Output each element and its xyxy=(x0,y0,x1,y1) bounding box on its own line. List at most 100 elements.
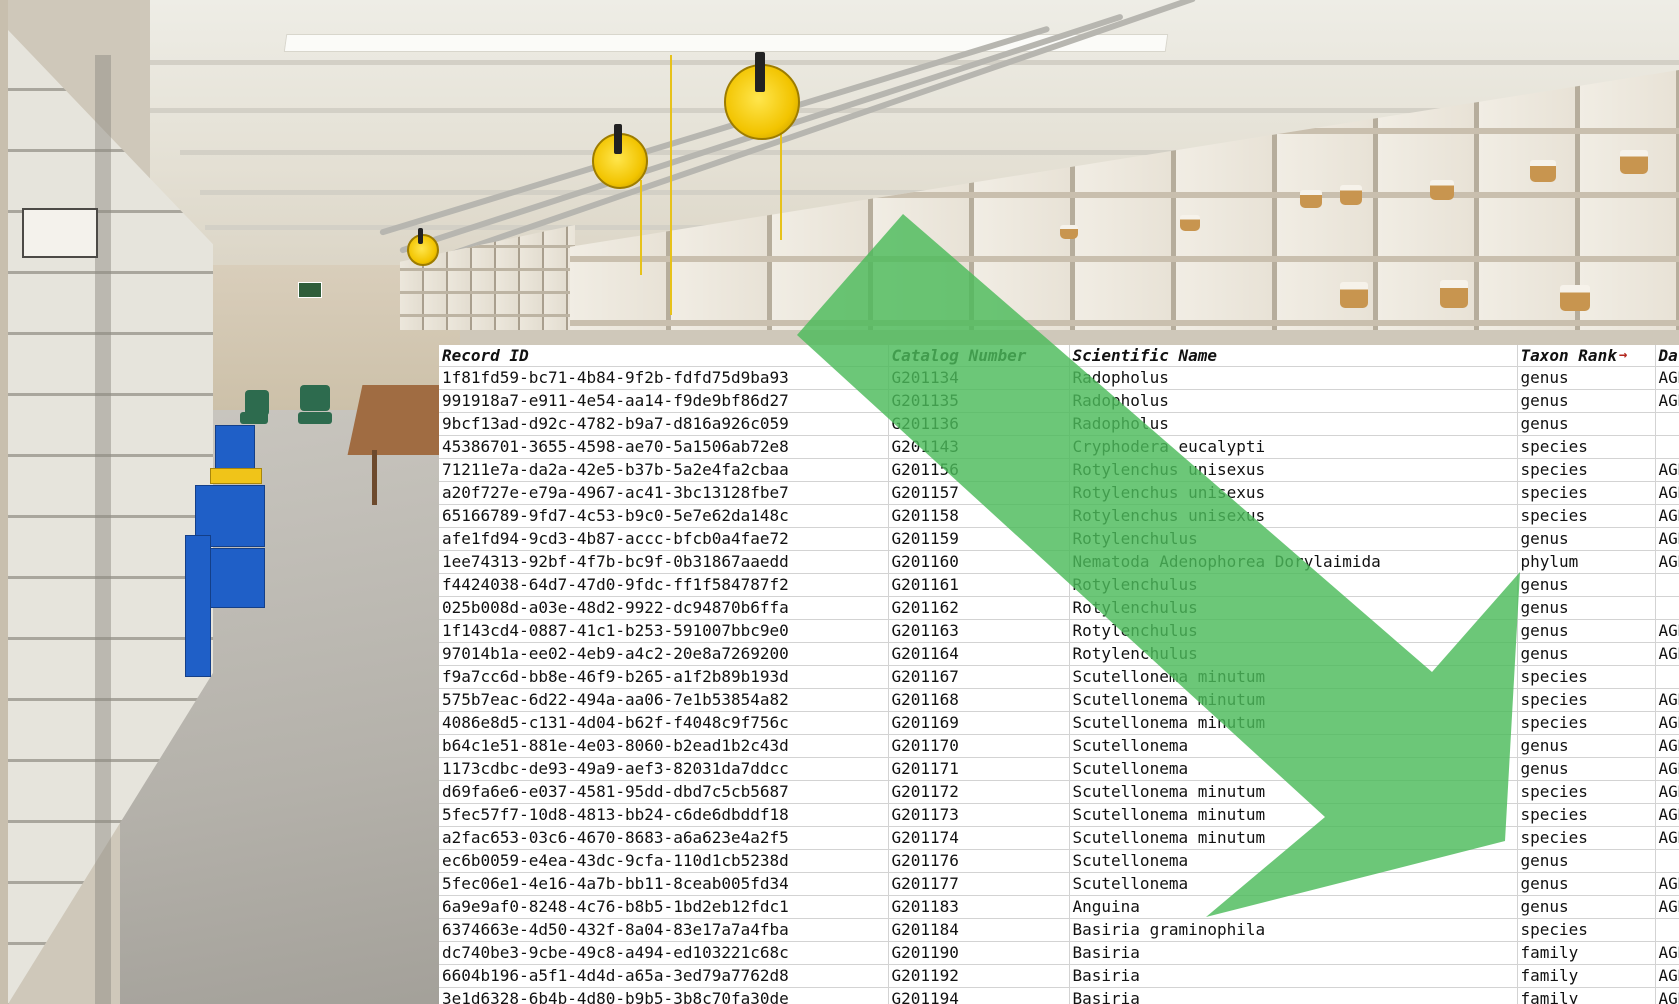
cell-catalog-number[interactable]: G201162 xyxy=(888,596,1070,620)
cell-date[interactable]: AGD xyxy=(1655,619,1679,643)
cell-record-id[interactable]: b64c1e51-881e-4e03-8060-b2ead1b2c43d xyxy=(439,734,889,758)
cell-scientific-name[interactable]: Radopholus xyxy=(1069,366,1518,390)
table-row[interactable]: 1f143cd4-0887-41c1-b253-591007bbc9e0 G201… xyxy=(439,619,1679,643)
cell-taxon-rank[interactable]: species xyxy=(1517,458,1656,482)
cell-record-id[interactable]: a2fac653-03c6-4670-8683-a6a623e4a2f5 xyxy=(439,826,889,850)
table-row[interactable]: 025b008d-a03e-48d2-9922-dc94870b6ffa G201… xyxy=(439,596,1679,620)
cell-catalog-number[interactable]: G201172 xyxy=(888,780,1070,804)
table-row[interactable]: 45386701-3655-4598-ae70-5a1506ab72e8 G201… xyxy=(439,435,1679,459)
cell-taxon-rank[interactable]: species xyxy=(1517,826,1656,850)
cell-catalog-number[interactable]: G201160 xyxy=(888,550,1070,574)
cell-date[interactable]: AGD xyxy=(1655,642,1679,666)
table-row[interactable]: 4086e8d5-c131-4d04-b62f-f4048c9f756c G201… xyxy=(439,711,1679,735)
cell-catalog-number[interactable]: G201134 xyxy=(888,366,1070,390)
cell-date[interactable] xyxy=(1655,573,1679,597)
cell-catalog-number[interactable]: G201136 xyxy=(888,412,1070,436)
cell-scientific-name[interactable]: Basiria xyxy=(1069,987,1518,1004)
cell-taxon-rank[interactable]: genus xyxy=(1517,757,1656,781)
cell-catalog-number[interactable]: G201156 xyxy=(888,458,1070,482)
cell-scientific-name[interactable]: Rotylenchulus xyxy=(1069,527,1518,551)
cell-taxon-rank[interactable]: genus xyxy=(1517,389,1656,413)
cell-date[interactable]: AGD xyxy=(1655,734,1679,758)
column-header-scientific-name[interactable]: Scientific Name xyxy=(1069,345,1518,367)
table-row[interactable]: 97014b1a-ee02-4eb9-a4c2-20e8a7269200 G201… xyxy=(439,642,1679,666)
cell-taxon-rank[interactable]: family xyxy=(1517,964,1656,988)
cell-taxon-rank[interactable]: species xyxy=(1517,803,1656,827)
cell-record-id[interactable]: 6374663e-4d50-432f-8a04-83e17a7a4fba xyxy=(439,918,889,942)
table-row[interactable]: f4424038-64d7-47d0-9fdc-ff1f584787f2 G201… xyxy=(439,573,1679,597)
table-row[interactable]: b64c1e51-881e-4e03-8060-b2ead1b2c43d G201… xyxy=(439,734,1679,758)
cell-record-id[interactable]: 6604b196-a5f1-4d4d-a65a-3ed79a7762d8 xyxy=(439,964,889,988)
cell-record-id[interactable]: f9a7cc6d-bb8e-46f9-b265-a1f2b89b193d xyxy=(439,665,889,689)
cell-catalog-number[interactable]: G201192 xyxy=(888,964,1070,988)
cell-taxon-rank[interactable]: genus xyxy=(1517,596,1656,620)
cell-taxon-rank[interactable]: genus xyxy=(1517,619,1656,643)
cell-date[interactable]: AGD xyxy=(1655,826,1679,850)
cell-taxon-rank[interactable]: genus xyxy=(1517,895,1656,919)
cell-scientific-name[interactable]: Anguina xyxy=(1069,895,1518,919)
cell-catalog-number[interactable]: G201159 xyxy=(888,527,1070,551)
cell-scientific-name[interactable]: Basiria xyxy=(1069,964,1518,988)
cell-scientific-name[interactable]: Rotylenchulus xyxy=(1069,573,1518,597)
cell-record-id[interactable]: 1ee74313-92bf-4f7b-bc9f-0b31867aaedd xyxy=(439,550,889,574)
table-row[interactable]: 3e1d6328-6b4b-4d80-b9b5-3b8c70fa30de G201… xyxy=(439,987,1679,1004)
cell-scientific-name[interactable]: Nematoda Adenophorea Dorylaimida xyxy=(1069,550,1518,574)
cell-record-id[interactable]: 1f143cd4-0887-41c1-b253-591007bbc9e0 xyxy=(439,619,889,643)
cell-catalog-number[interactable]: G201176 xyxy=(888,849,1070,873)
table-row[interactable]: a20f727e-e79a-4967-ac41-3bc13128fbe7 G201… xyxy=(439,481,1679,505)
cell-catalog-number[interactable]: G201184 xyxy=(888,918,1070,942)
cell-catalog-number[interactable]: G201163 xyxy=(888,619,1070,643)
table-row[interactable]: 1f81fd59-bc71-4b84-9f2b-fdfd75d9ba93 G201… xyxy=(439,366,1679,390)
cell-scientific-name[interactable]: Scutellonema minutum xyxy=(1069,688,1518,712)
cell-catalog-number[interactable]: G201177 xyxy=(888,872,1070,896)
cell-record-id[interactable]: dc740be3-9cbe-49c8-a494-ed103221c68c xyxy=(439,941,889,965)
table-row[interactable]: 6a9e9af0-8248-4c76-b8b5-1bd2eb12fdc1 G201… xyxy=(439,895,1679,919)
cell-scientific-name[interactable]: Basiria xyxy=(1069,941,1518,965)
cell-record-id[interactable]: 991918a7-e911-4e54-aa14-f9de9bf86d27 xyxy=(439,389,889,413)
cell-taxon-rank[interactable]: species xyxy=(1517,481,1656,505)
cell-taxon-rank[interactable]: genus xyxy=(1517,412,1656,436)
cell-catalog-number[interactable]: G201174 xyxy=(888,826,1070,850)
cell-record-id[interactable]: 65166789-9fd7-4c53-b9c0-5e7e62da148c xyxy=(439,504,889,528)
cell-catalog-number[interactable]: G201183 xyxy=(888,895,1070,919)
table-row[interactable]: 71211e7a-da2a-42e5-b37b-5a2e4fa2cbaa G201… xyxy=(439,458,1679,482)
cell-date[interactable]: AGD xyxy=(1655,780,1679,804)
table-row[interactable]: 1ee74313-92bf-4f7b-bc9f-0b31867aaedd G201… xyxy=(439,550,1679,574)
cell-catalog-number[interactable]: G201171 xyxy=(888,757,1070,781)
cell-date[interactable]: AGD xyxy=(1655,527,1679,551)
table-row[interactable]: 65166789-9fd7-4c53-b9c0-5e7e62da148c G201… xyxy=(439,504,1679,528)
cell-scientific-name[interactable]: Scutellonema xyxy=(1069,872,1518,896)
cell-scientific-name[interactable]: Cryphodera eucalypti xyxy=(1069,435,1518,459)
cell-catalog-number[interactable]: G201194 xyxy=(888,987,1070,1004)
table-row[interactable]: afe1fd94-9cd3-4b87-accc-bfcb0a4fae72 G201… xyxy=(439,527,1679,551)
cell-date[interactable]: AGD xyxy=(1655,964,1679,988)
cell-record-id[interactable]: 97014b1a-ee02-4eb9-a4c2-20e8a7269200 xyxy=(439,642,889,666)
cell-catalog-number[interactable]: G201168 xyxy=(888,688,1070,712)
cell-record-id[interactable]: 575b7eac-6d22-494a-aa06-7e1b53854a82 xyxy=(439,688,889,712)
cell-scientific-name[interactable]: Scutellonema minutum xyxy=(1069,780,1518,804)
cell-catalog-number[interactable]: G201161 xyxy=(888,573,1070,597)
cell-taxon-rank[interactable]: genus xyxy=(1517,872,1656,896)
cell-date[interactable]: AGD xyxy=(1655,688,1679,712)
cell-scientific-name[interactable]: Scutellonema minutum xyxy=(1069,711,1518,735)
cell-record-id[interactable]: 9bcf13ad-d92c-4782-b9a7-d816a926c059 xyxy=(439,412,889,436)
cell-catalog-number[interactable]: G201135 xyxy=(888,389,1070,413)
cell-scientific-name[interactable]: Radopholus xyxy=(1069,412,1518,436)
cell-date[interactable]: AGD xyxy=(1655,458,1679,482)
cell-scientific-name[interactable]: Rotylenchulus xyxy=(1069,619,1518,643)
cell-date[interactable]: AGD xyxy=(1655,481,1679,505)
cell-record-id[interactable]: afe1fd94-9cd3-4b87-accc-bfcb0a4fae72 xyxy=(439,527,889,551)
cell-taxon-rank[interactable]: species xyxy=(1517,918,1656,942)
cell-scientific-name[interactable]: Basiria graminophila xyxy=(1069,918,1518,942)
cell-taxon-rank[interactable]: genus xyxy=(1517,849,1656,873)
cell-record-id[interactable]: 5fec57f7-10d8-4813-bb24-c6de6dbddf18 xyxy=(439,803,889,827)
table-row[interactable]: 6604b196-a5f1-4d4d-a65a-3ed79a7762d8 G201… xyxy=(439,964,1679,988)
table-row[interactable]: a2fac653-03c6-4670-8683-a6a623e4a2f5 G201… xyxy=(439,826,1679,850)
cell-date[interactable]: AGD xyxy=(1655,803,1679,827)
cell-date[interactable]: AGD xyxy=(1655,550,1679,574)
cell-scientific-name[interactable]: Rotylenchus unisexus xyxy=(1069,458,1518,482)
cell-taxon-rank[interactable]: family xyxy=(1517,987,1656,1004)
cell-scientific-name[interactable]: Radopholus xyxy=(1069,389,1518,413)
cell-record-id[interactable]: d69fa6e6-e037-4581-95dd-dbd7c5cb5687 xyxy=(439,780,889,804)
cell-catalog-number[interactable]: G201170 xyxy=(888,734,1070,758)
